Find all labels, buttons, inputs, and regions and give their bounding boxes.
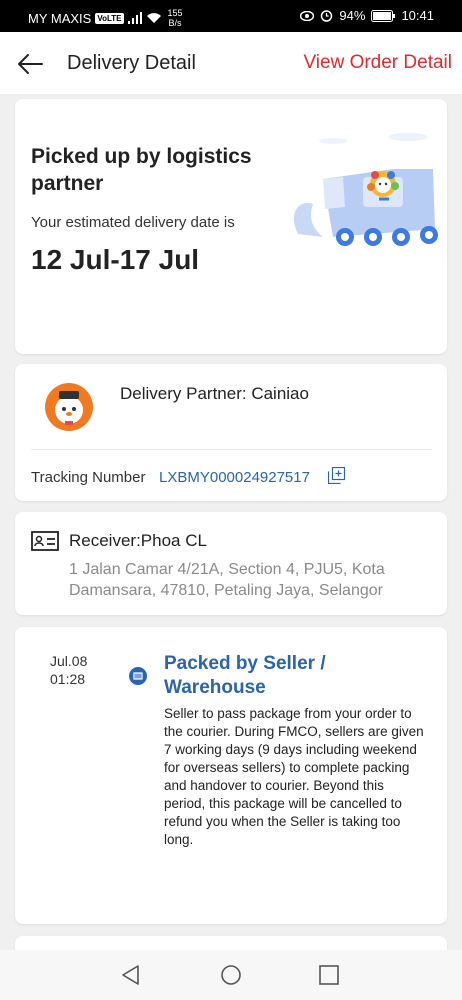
package-status-icon: [129, 667, 147, 685]
delivery-truck-illustration: [293, 133, 438, 246]
status-bar: MY MAXIS VoLTE 155 B/s 94% 10:41: [0, 0, 462, 32]
eta-label: Your estimated delivery date is: [31, 214, 235, 231]
network-speed: 155 B/s: [168, 8, 183, 28]
status-left: MY MAXIS VoLTE 155 B/s: [28, 8, 183, 28]
id-card-icon: [31, 531, 59, 551]
receiver-card: Receiver:Phoa CL 1 Jalan Camar 4/21A, Se…: [15, 512, 447, 615]
timeline-date: Jul.08: [50, 653, 88, 669]
eta-date: 12 Jul-17 Jul: [31, 244, 200, 275]
timeline-event-description: Seller to pass package from your order t…: [164, 706, 424, 847]
nav-back-icon[interactable]: [120, 964, 142, 986]
delivery-status-title: Picked up by logistics partner: [31, 145, 252, 195]
cainiao-logo-icon: [45, 383, 93, 431]
divider: [31, 449, 431, 450]
nav-home-icon[interactable]: [220, 964, 242, 986]
app-header: Delivery Detail View Order Detail: [0, 32, 462, 94]
copy-icon[interactable]: [328, 467, 345, 484]
status-right: 94% 10:41: [300, 8, 434, 23]
back-arrow-icon[interactable]: [16, 50, 44, 78]
timeline-event-title: Packed by Seller / Warehouse: [164, 653, 326, 698]
clock-time: 10:41: [401, 8, 434, 23]
eye-icon: [300, 10, 315, 21]
delivery-partner-name: Delivery Partner: Cainiao: [120, 384, 309, 403]
system-nav-bar: [0, 950, 462, 1000]
signal-icon: [127, 12, 142, 24]
delivery-status-card: Picked up by logistics partner Your esti…: [15, 99, 447, 354]
alarm-icon: [321, 10, 333, 22]
tracking-timeline-card: Jul.08 01:28 Packed by Seller / Warehous…: [15, 627, 447, 924]
timeline-time: 01:28: [50, 671, 86, 687]
carrier-name: MY MAXIS: [28, 10, 92, 26]
volte-badge: VoLTE: [95, 12, 124, 24]
page-title: Delivery Detail: [67, 52, 196, 74]
speed-unit: B/s: [168, 18, 182, 28]
view-order-detail-link[interactable]: View Order Detail: [303, 52, 452, 74]
timeline-datetime: Jul.08 01:28: [50, 652, 87, 688]
tracking-number-label: Tracking Number: [31, 469, 146, 486]
nav-recent-apps-icon[interactable]: [318, 964, 340, 986]
tracking-number-value[interactable]: LXBMY000024927517: [159, 469, 310, 486]
receiver-address: 1 Jalan Camar 4/21A, Section 4, PJU5, Ko…: [69, 561, 385, 599]
battery-percent: 94%: [339, 8, 366, 23]
wifi-icon: [146, 13, 161, 23]
receiver-name: Receiver:Phoa CL: [69, 531, 207, 550]
speed-value: 155: [167, 8, 183, 18]
battery-icon: [371, 9, 396, 22]
delivery-partner-card: Delivery Partner: Cainiao Tracking Numbe…: [15, 364, 447, 501]
